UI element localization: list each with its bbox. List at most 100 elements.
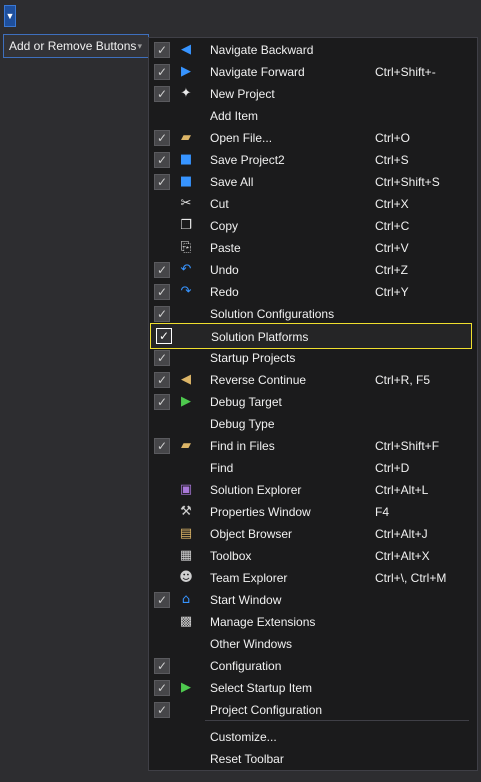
menu-item-other-windows[interactable]: Other Windows: [149, 633, 477, 655]
menu-item-paste[interactable]: ⎘ Paste Ctrl+V: [149, 237, 477, 259]
checkbox-checked-icon[interactable]: ✓: [154, 394, 170, 410]
menu-item-shortcut: Ctrl+Shift+S: [375, 175, 440, 189]
menu-item-team-explorer[interactable]: ☻ Team Explorer Ctrl+\, Ctrl+M: [149, 567, 477, 589]
checkbox-checked-icon[interactable]: ✓: [154, 658, 170, 674]
menu-item-label: Copy: [210, 219, 239, 233]
start-window-icon: ⌂: [181, 592, 191, 607]
checkbox-checked-icon[interactable]: ✓: [154, 680, 170, 696]
menu-item-open-file[interactable]: ✓ ▰ Open File... Ctrl+O: [149, 127, 477, 149]
menu-item-shortcut: Ctrl+V: [375, 241, 409, 255]
menu-item-label: Solution Platforms: [211, 330, 309, 344]
menu-item-label: Save All: [210, 175, 254, 189]
menu-item-select-startup-item[interactable]: ✓ ▶ Select Startup Item: [149, 677, 477, 699]
checkbox-checked-icon[interactable]: ✓: [154, 438, 170, 454]
checkbox-checked-icon[interactable]: ✓: [154, 306, 170, 322]
menu-item-shortcut: F4: [375, 505, 390, 519]
checkbox-checked-icon[interactable]: ✓: [154, 262, 170, 278]
menu-item-shortcut: Ctrl+Alt+L: [375, 483, 429, 497]
menu-item-reverse-continue[interactable]: ✓ ◀ Reverse Continue Ctrl+R, F5: [149, 369, 477, 391]
checkbox-checked-icon[interactable]: ✓: [154, 702, 170, 718]
cut-icon: ✂: [180, 196, 192, 211]
checkbox-checked-icon[interactable]: ✓: [154, 372, 170, 388]
menu-item-shortcut: Ctrl+C: [375, 219, 410, 233]
chevron-right-icon: ▾: [137, 41, 142, 51]
menu-item-toolbox[interactable]: ▦ Toolbox Ctrl+Alt+X: [149, 545, 477, 567]
menu-item-label: Find: [210, 461, 234, 475]
menu-item-add-item[interactable]: Add Item: [149, 105, 477, 127]
manage-extensions-icon: ▩: [179, 614, 193, 629]
menu-item-debug-target[interactable]: ✓ ▶ Debug Target: [149, 391, 477, 413]
menu-item-properties-window[interactable]: ⚒ Properties Window F4: [149, 501, 477, 523]
menu-item-shortcut: Ctrl+Shift+-: [375, 65, 436, 79]
menu-item-start-window[interactable]: ✓ ⌂ Start Window: [149, 589, 477, 611]
menu-item-cut[interactable]: ✂ Cut Ctrl+X: [149, 193, 477, 215]
menu-item-reset-toolbar[interactable]: Reset Toolbar: [149, 748, 477, 770]
menu-item-label: Redo: [210, 285, 239, 299]
add-remove-buttons-button[interactable]: Add or Remove Buttons ▾: [3, 34, 149, 58]
team-explorer-icon: ☻: [179, 570, 193, 585]
menu-item-new-project[interactable]: ✓ ✦ New Project: [149, 83, 477, 105]
menu-item-save-all[interactable]: ✓ ■ Save All Ctrl+Shift+S: [149, 171, 477, 193]
checkbox-checked-icon[interactable]: ✓: [154, 42, 170, 58]
menu-item-label: Find in Files: [210, 439, 275, 453]
paste-icon: ⎘: [180, 240, 192, 255]
menu-item-manage-extensions[interactable]: ▩ Manage Extensions: [149, 611, 477, 633]
menu-item-shortcut: Ctrl+Z: [375, 263, 408, 277]
add-remove-buttons-menu: ✓ ◀ Navigate Backward ✓ ▶ Navigate Forward Ctr…: [148, 37, 478, 771]
menu-item-label: Paste: [210, 241, 241, 255]
menu-item-solution-configurations[interactable]: ✓ Solution Configurations: [149, 303, 477, 325]
menu-item-customize[interactable]: Customize...: [149, 726, 477, 748]
menu-item-label: Cut: [210, 197, 229, 211]
reverse-continue-icon: ◀: [181, 372, 191, 387]
menu-item-project-configuration[interactable]: ✓ Project Configuration: [149, 699, 477, 721]
add-remove-buttons-label: Add or Remove Buttons: [9, 39, 137, 53]
checkbox-checked-icon[interactable]: ✓: [156, 328, 172, 344]
checkbox-checked-icon[interactable]: ✓: [154, 174, 170, 190]
menu-item-label: Startup Projects: [210, 351, 296, 365]
checkbox-checked-icon[interactable]: ✓: [154, 350, 170, 366]
menu-item-label: Customize...: [210, 730, 277, 744]
menu-item-copy[interactable]: ❐ Copy Ctrl+C: [149, 215, 477, 237]
menu-item-object-browser[interactable]: ▤ Object Browser Ctrl+Alt+J: [149, 523, 477, 545]
menu-item-startup-projects[interactable]: ✓ Startup Projects: [149, 347, 477, 369]
menu-item-shortcut: Ctrl+X: [375, 197, 409, 211]
menu-item-solution-explorer[interactable]: ▣ Solution Explorer Ctrl+Alt+L: [149, 479, 477, 501]
menu-item-navigate-backward[interactable]: ✓ ◀ Navigate Backward: [149, 39, 477, 61]
menu-item-label: Reverse Continue: [210, 373, 307, 387]
find-in-files-icon: ▰: [181, 438, 191, 453]
new-project-icon: ✦: [180, 86, 192, 101]
menu-item-shortcut: Ctrl+D: [375, 461, 410, 475]
solution-explorer-icon: ▣: [179, 482, 193, 497]
menu-item-navigate-forward[interactable]: ✓ ▶ Navigate Forward Ctrl+Shift+-: [149, 61, 477, 83]
menu-item-undo[interactable]: ✓ ↶ Undo Ctrl+Z: [149, 259, 477, 281]
menu-item-label: Select Startup Item: [210, 681, 313, 695]
menu-item-label: Other Windows: [210, 637, 293, 651]
menu-item-redo[interactable]: ✓ ↷ Redo Ctrl+Y: [149, 281, 477, 303]
checkbox-checked-icon[interactable]: ✓: [154, 64, 170, 80]
menu-item-label: Navigate Backward: [210, 43, 314, 57]
menu-item-configuration[interactable]: ✓ Configuration: [149, 655, 477, 677]
toolbar-overflow-button[interactable]: ▼: [4, 5, 16, 27]
menu-item-save-project2[interactable]: ✓ ■ Save Project2 Ctrl+S: [149, 149, 477, 171]
toolbox-icon: ▦: [179, 548, 193, 563]
menu-item-label: Navigate Forward: [210, 65, 305, 79]
checkbox-checked-icon[interactable]: ✓: [154, 86, 170, 102]
checkbox-checked-icon[interactable]: ✓: [154, 130, 170, 146]
save-all-icon: ■: [179, 174, 193, 189]
navigate-forward-icon: ▶: [181, 64, 191, 79]
checkbox-checked-icon[interactable]: ✓: [154, 592, 170, 608]
menu-item-shortcut: Ctrl+Alt+X: [375, 549, 430, 563]
checkbox-checked-icon[interactable]: ✓: [154, 152, 170, 168]
undo-icon: ↶: [180, 262, 192, 277]
menu-item-label: Team Explorer: [210, 571, 288, 585]
menu-item-shortcut: Ctrl+Y: [375, 285, 409, 299]
menu-item-debug-type[interactable]: Debug Type: [149, 413, 477, 435]
menu-item-label: Solution Explorer: [210, 483, 302, 497]
menu-item-label: Open File...: [210, 131, 273, 145]
properties-window-icon: ⚒: [180, 504, 192, 519]
menu-item-find[interactable]: Find Ctrl+D: [149, 457, 477, 479]
menu-item-solution-platforms[interactable]: ✓ Solution Platforms: [150, 323, 472, 349]
menu-item-find-in-files[interactable]: ✓ ▰ Find in Files Ctrl+Shift+F: [149, 435, 477, 457]
menu-item-label: Start Window: [210, 593, 282, 607]
checkbox-checked-icon[interactable]: ✓: [154, 284, 170, 300]
